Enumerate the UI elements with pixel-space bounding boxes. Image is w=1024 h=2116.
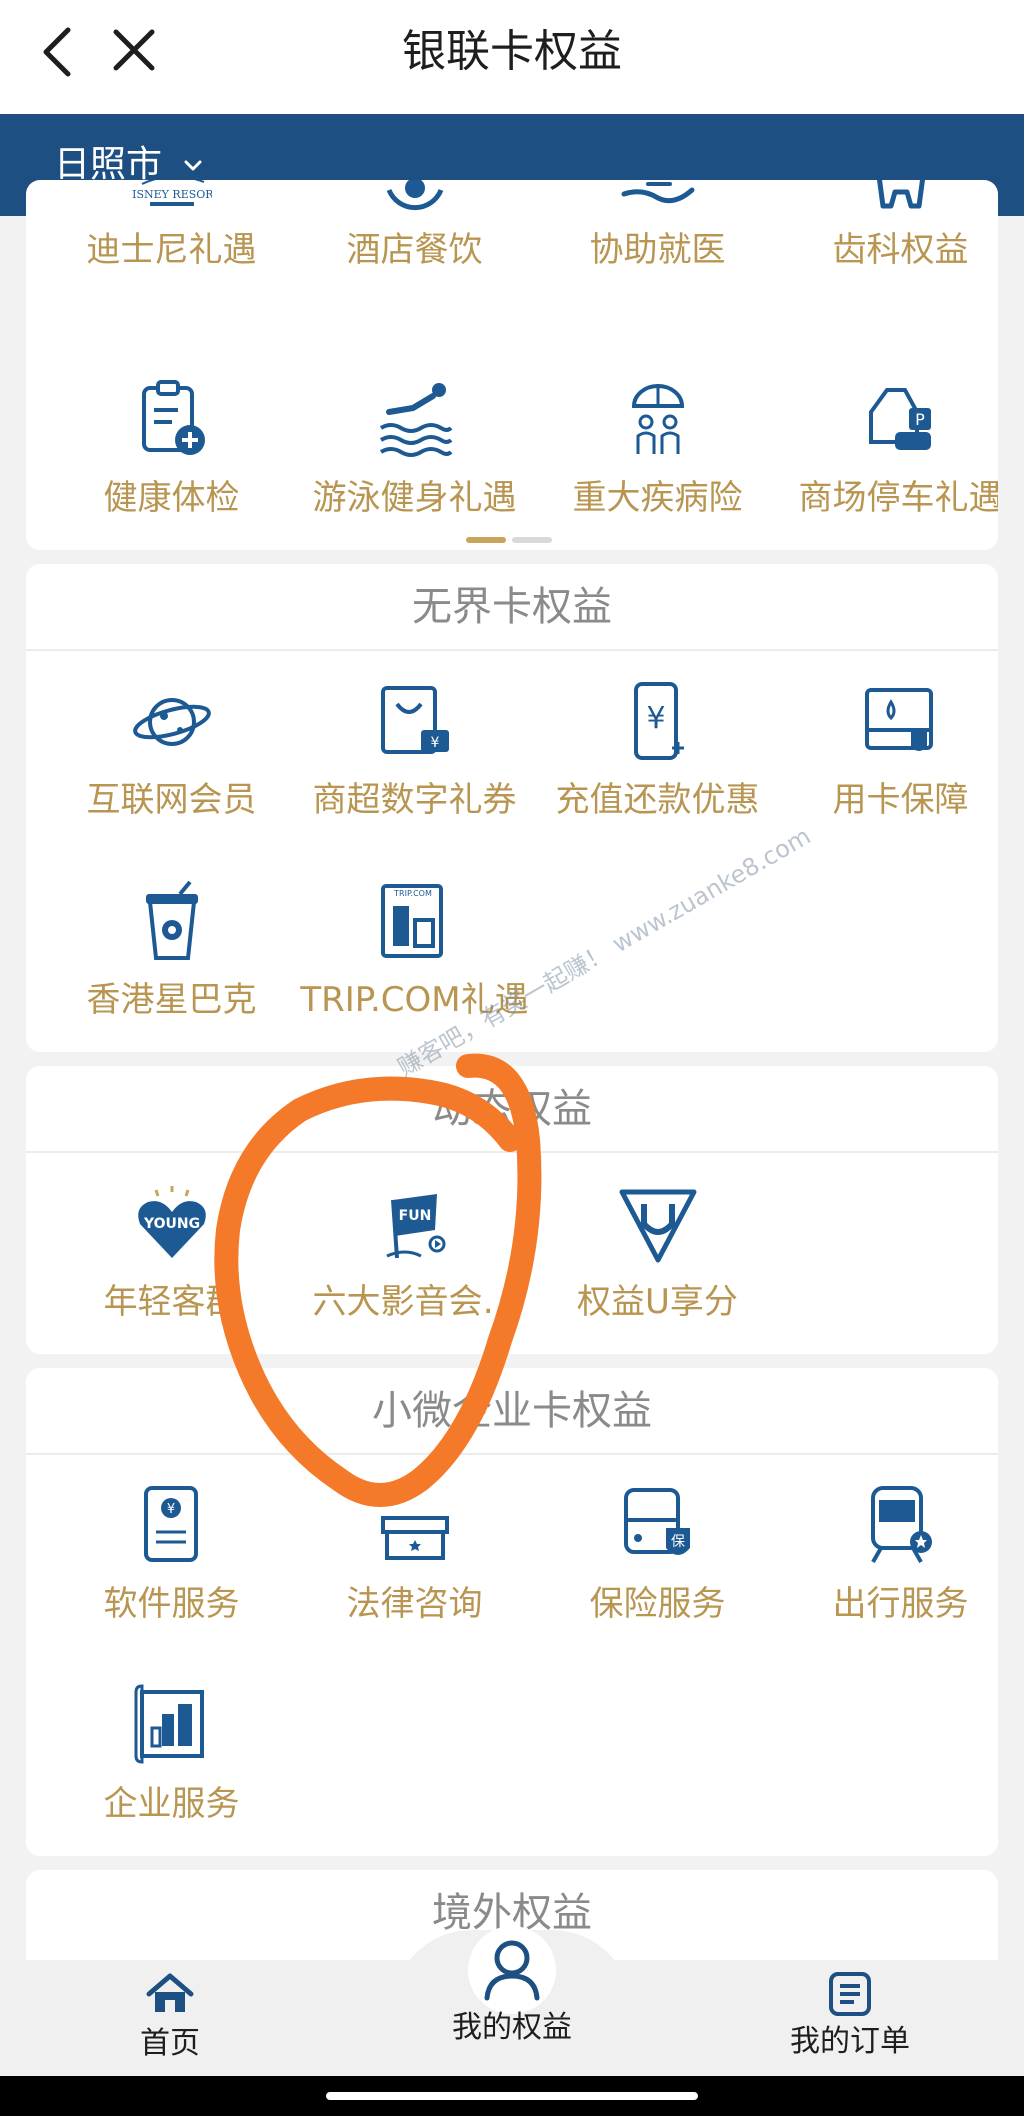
benefit-item-dental[interactable]: 齿科权益	[779, 180, 998, 300]
benefit-label: 企业服务	[103, 1784, 240, 1824]
section-title: 小微企业卡权益	[26, 1368, 998, 1455]
page-dot	[512, 537, 552, 543]
benefit-item-legal[interactable]: 法律咨询	[293, 1484, 536, 1654]
blueprint-building-icon	[134, 1684, 204, 1764]
nav-home[interactable]: 首页	[120, 1972, 220, 2064]
top-bar: 银联卡权益	[0, 0, 1024, 114]
home-indicator[interactable]	[326, 2092, 698, 2100]
benefit-item-u-points[interactable]: 权益U享分	[536, 1182, 779, 1352]
benefit-label: 酒店餐饮	[346, 230, 483, 270]
benefit-item-travel[interactable]: 出行服务	[779, 1484, 998, 1654]
disney-logo-icon: DISNEY RESORT	[132, 180, 212, 206]
card-shield-icon	[865, 688, 933, 751]
svg-text:YOUNG: YOUNG	[143, 1216, 200, 1232]
benefit-label: 年轻客群	[103, 1282, 240, 1322]
train-icon	[871, 1486, 932, 1563]
section-title: 无界卡权益	[26, 564, 998, 651]
svg-text:DISNEY RESORT: DISNEY RESORT	[132, 188, 212, 201]
page-indicator	[466, 528, 558, 547]
benefit-label: 健康体检	[103, 478, 240, 518]
benefit-item-software[interactable]: ¥ 软件服务	[50, 1484, 293, 1654]
coffee-cup-icon	[146, 880, 198, 960]
nav-orders-label: 我的订单	[790, 2024, 910, 2059]
phone-yuan-icon: ¥	[634, 682, 684, 760]
trip-building-icon: TRIP.COM	[381, 884, 443, 958]
benefit-item-enterprise[interactable]: 企业服务	[50, 1684, 293, 1854]
svg-text:P: P	[915, 410, 925, 429]
benefit-item-dining[interactable]: 酒店餐饮	[293, 180, 536, 300]
benefit-label: 出行服务	[832, 1584, 969, 1624]
benefit-item-starbucks-hk[interactable]: 香港星巴克	[50, 880, 293, 1050]
card-dynamic: 动态权益 YOUNG 年轻客群 FUN 六大影音会… 权益U享分	[26, 1066, 998, 1354]
benefit-label: 权益U享分	[577, 1282, 738, 1322]
benefit-item-critical-illness[interactable]: 重大疾病险	[536, 378, 779, 548]
benefit-item-internet-member[interactable]: 互联网会员	[50, 680, 293, 850]
benefit-item-young[interactable]: YOUNG 年轻客群	[50, 1182, 293, 1352]
benefit-item-card-protection[interactable]: 用卡保障	[779, 680, 998, 850]
tablet-yuan-icon: ¥	[144, 1486, 198, 1562]
benefit-label: 商超数字礼券	[312, 780, 517, 820]
benefit-label: 用卡保障	[832, 780, 969, 820]
health-check-icon	[142, 380, 205, 455]
parking-icon: P	[869, 388, 931, 450]
benefit-label: 充值还款优惠	[555, 780, 760, 820]
page-dot-active	[466, 537, 506, 543]
card-wujie: 无界卡权益 互联网会员 ¥ 商超数字礼券 ¥ 充值还款优惠 用卡保障 香港星巴克…	[26, 564, 998, 1052]
order-list-icon	[829, 1972, 871, 2016]
benefit-label: 齿科权益	[832, 230, 969, 270]
nav-orders[interactable]: 我的订单	[780, 1972, 920, 2062]
benefit-item-medical[interactable]: 协助就医	[536, 180, 779, 300]
city-label: 日照市	[54, 144, 163, 185]
young-heart-icon: YOUNG	[138, 1186, 206, 1258]
benefit-label: 法律咨询	[346, 1584, 483, 1624]
nav-benefits[interactable]: 我的权益	[432, 1932, 592, 2048]
nav-home-label: 首页	[140, 2026, 200, 2061]
benefit-item-digital-coupon[interactable]: ¥ 商超数字礼券	[293, 680, 536, 850]
dining-icon	[386, 180, 444, 211]
benefit-label: 香港星巴克	[86, 980, 257, 1020]
svg-text:保: 保	[671, 1534, 685, 1550]
section-title: 动态权益	[26, 1066, 998, 1153]
home-icon	[146, 1973, 194, 2012]
user-icon	[484, 1940, 540, 2001]
svg-text:FUN: FUN	[399, 1208, 432, 1224]
benefit-item-swimming[interactable]: 游泳健身礼遇	[293, 378, 536, 548]
chevron-down-icon	[184, 160, 202, 171]
benefit-item-video-music[interactable]: FUN 六大影音会…	[293, 1182, 536, 1352]
svg-text:TRIP.COM: TRIP.COM	[393, 889, 432, 898]
nav-benefits-label: 我的权益	[452, 2010, 572, 2045]
shopping-bag-coupon-icon: ¥	[381, 686, 449, 754]
hand-care-icon	[621, 182, 695, 204]
legal-box-icon	[381, 1516, 449, 1560]
umbrella-family-icon	[631, 384, 685, 454]
fun-flag-icon: FUN	[386, 1194, 446, 1259]
card-sme: 小微企业卡权益 ¥ 软件服务 法律咨询 保 保险服务 出行服务 企业服务	[26, 1368, 998, 1856]
benefit-item-disney[interactable]: DISNEY RESORT 迪士尼礼遇	[50, 180, 293, 300]
benefit-label: 六大影音会…	[312, 1282, 517, 1322]
benefit-item-parking[interactable]: P 商场停车礼遇	[779, 378, 998, 548]
benefit-label: 协助就医	[589, 230, 726, 270]
card-benefits-top: DISNEY RESORT 迪士尼礼遇 酒店餐饮 协助就医 齿科权益	[26, 180, 998, 550]
u-shield-icon	[619, 1189, 697, 1263]
svg-text:¥: ¥	[167, 1502, 175, 1517]
benefit-label: 软件服务	[103, 1584, 240, 1624]
benefit-item-recharge[interactable]: ¥ 充值还款优惠	[536, 680, 779, 850]
benefit-label: 互联网会员	[86, 780, 257, 820]
benefit-label: 商场停车礼遇	[798, 478, 999, 518]
benefit-item-health-check[interactable]: 健康体检	[50, 378, 293, 548]
benefit-item-insurance[interactable]: 保 保险服务	[536, 1484, 779, 1654]
benefit-label: 保险服务	[589, 1584, 726, 1624]
svg-text:¥: ¥	[646, 701, 665, 736]
planet-icon	[133, 698, 211, 746]
benefit-label: 重大疾病险	[572, 478, 743, 518]
benefit-label: 游泳健身礼遇	[312, 478, 517, 518]
page-title: 银联卡权益	[402, 26, 622, 77]
benefit-label: 迪士尼礼遇	[86, 230, 257, 270]
bus-insurance-icon: 保	[624, 1488, 690, 1555]
tooth-icon	[877, 180, 925, 209]
svg-text:¥: ¥	[431, 735, 440, 751]
system-home-bar	[0, 2076, 1024, 2116]
swimming-icon	[379, 383, 453, 457]
